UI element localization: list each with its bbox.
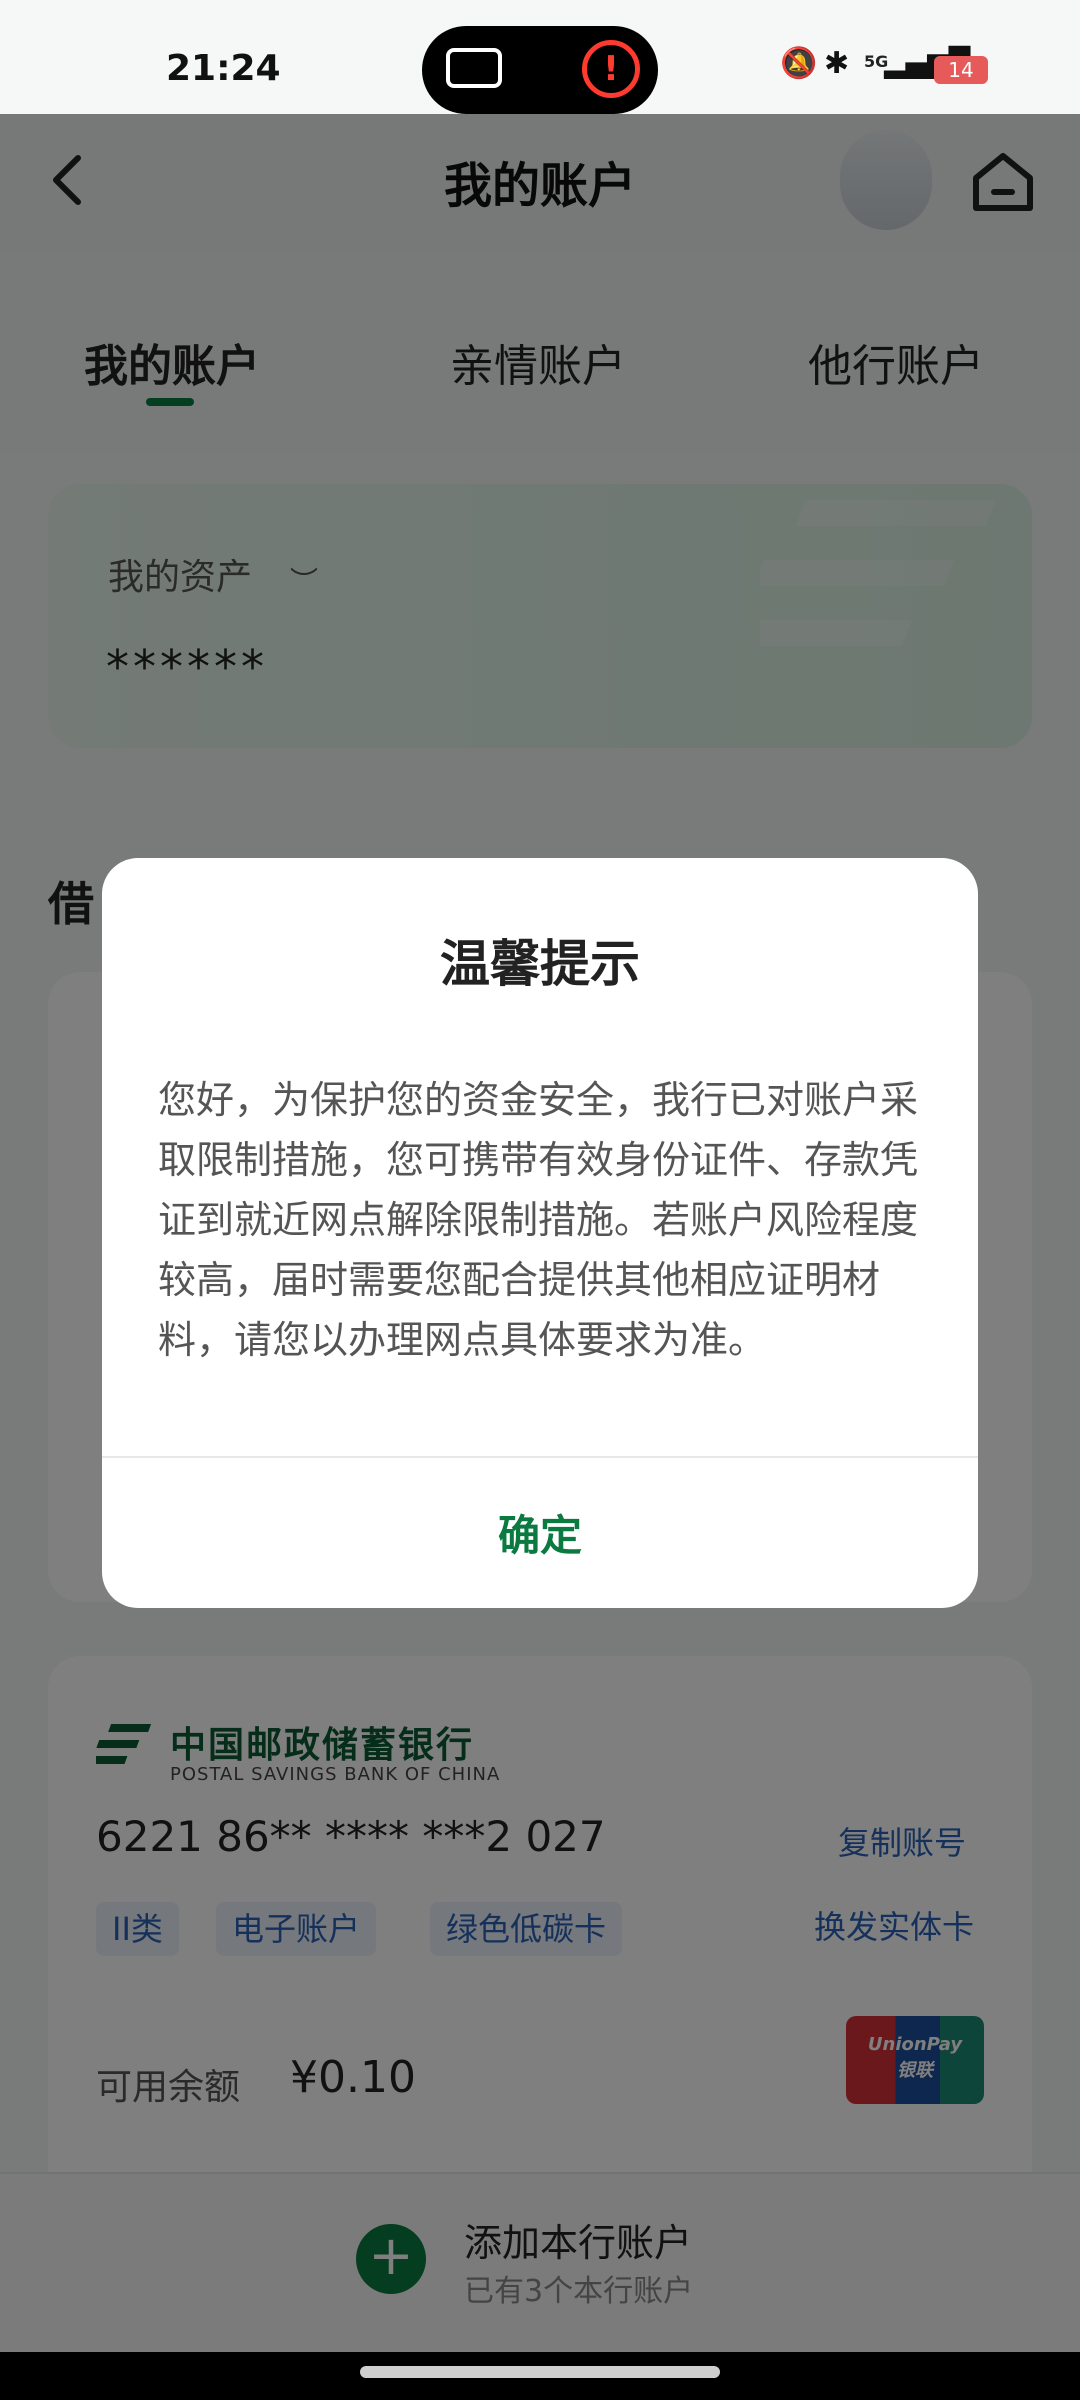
- home-indicator[interactable]: [360, 2366, 720, 2378]
- alert-icon: !: [582, 40, 640, 98]
- confirm-button[interactable]: 确定: [102, 1466, 978, 1608]
- card-shield-icon: [446, 48, 502, 88]
- status-time: 21:24: [166, 48, 281, 89]
- dialog-title: 温馨提示: [440, 935, 640, 993]
- battery-icon: 14: [934, 56, 988, 84]
- dialog-divider: [102, 1456, 978, 1458]
- dialog-message: 您好，为保护您的资金安全，我行已对账户采取限制措施，您可携带有效身份证件、存款凭…: [158, 1078, 919, 1362]
